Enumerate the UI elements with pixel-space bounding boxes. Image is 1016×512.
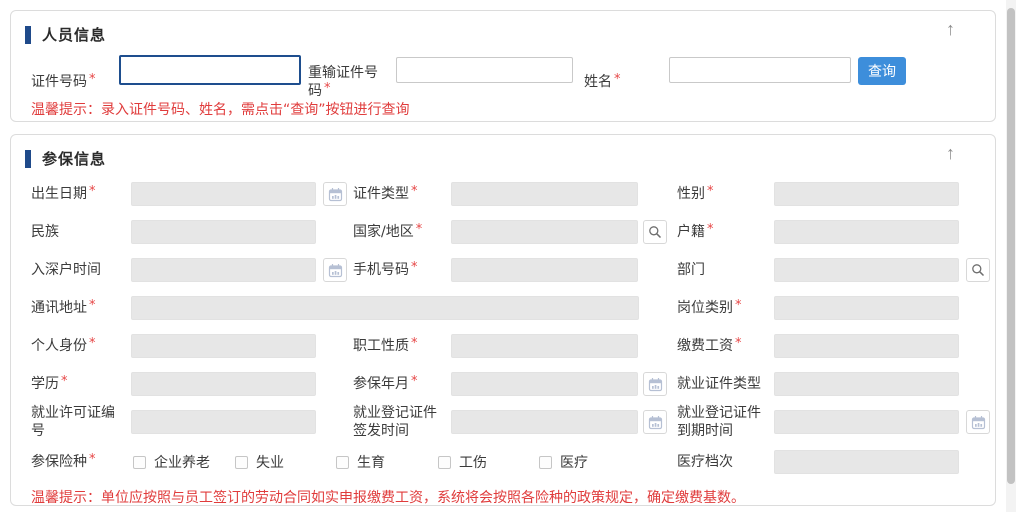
medical-level-label: 医疗档次 <box>677 450 769 474</box>
checkbox-label: 工伤 <box>459 452 487 472</box>
up-arrow-icon: ↑ <box>946 143 955 163</box>
department-label: 部门 <box>677 258 769 282</box>
contact-address-field <box>131 296 639 320</box>
ethnicity-field <box>131 220 316 244</box>
checkbox-label: 医疗 <box>560 452 588 472</box>
form-row: 学历* 参保年月* 就业证件类型 <box>11 372 995 396</box>
country-region-label: 国家/地区* <box>353 220 445 244</box>
name-input[interactable] <box>669 57 851 83</box>
person-section-title: 人员信息 <box>42 24 106 45</box>
shenzhen-entry-date-label: 入深户时间 <box>31 258 125 282</box>
checkbox-item-pension[interactable]: 企业养老 <box>133 452 210 472</box>
mobile-number-field <box>451 258 638 282</box>
insurance-types-label: 参保险种* <box>31 450 125 474</box>
gender-field <box>774 182 959 206</box>
maternity-checkbox[interactable] <box>336 456 349 469</box>
query-button[interactable]: 查询 <box>858 57 906 85</box>
section-accent-bar <box>25 150 31 168</box>
calendar-icon[interactable] <box>643 410 667 434</box>
personal-identity-field <box>131 334 316 358</box>
gender-label: 性别* <box>677 182 769 206</box>
insurance-section-title: 参保信息 <box>42 148 106 169</box>
insurance-info-panel: 参保信息 ↑ 出生日期* 证件类型* 性别* 民族 国家/地区* <box>10 134 996 506</box>
payment-salary-field <box>774 334 959 358</box>
education-field <box>131 372 316 396</box>
collapse-insurance-section-button[interactable]: ↑ <box>946 144 955 162</box>
checkbox-item-unemployment[interactable]: 失业 <box>235 452 284 472</box>
id-number-label: 证件号码* <box>31 68 96 96</box>
form-row: 通讯地址* 岗位类别* <box>11 296 995 320</box>
checkbox-item-medical[interactable]: 医疗 <box>539 452 588 472</box>
mobile-number-label: 手机号码* <box>353 258 445 282</box>
contact-address-label: 通讯地址* <box>31 296 125 320</box>
form-row: 个人身份* 职工性质* 缴费工资* <box>11 334 995 358</box>
id-type-label: 证件类型* <box>353 182 445 206</box>
employee-nature-field <box>451 334 638 358</box>
section-accent-bar <box>25 26 31 44</box>
employment-cert-type-label: 就业证件类型 <box>677 372 769 396</box>
employment-cert-type-field <box>774 372 959 396</box>
id-number-confirm-input[interactable] <box>396 57 573 83</box>
calendar-icon[interactable] <box>643 372 667 396</box>
checkbox-item-work-injury[interactable]: 工伤 <box>438 452 487 472</box>
employment-reg-issue-date-field <box>451 410 638 434</box>
pension-checkbox[interactable] <box>133 456 146 469</box>
checkbox-label: 生育 <box>357 452 385 472</box>
person-info-panel: 人员信息 ↑ 证件号码* 重输证件号码* 姓名* 查询 温馨提示：录入证件号码、… <box>10 10 996 122</box>
person-section-tip: 温馨提示：录入证件号码、姓名，需点击“查询”按钮进行查询 <box>31 99 410 119</box>
employee-nature-label: 职工性质* <box>353 334 445 358</box>
department-field <box>774 258 959 282</box>
unemployment-checkbox[interactable] <box>235 456 248 469</box>
name-label: 姓名* <box>584 69 621 95</box>
education-label: 学历* <box>31 372 125 396</box>
calendar-icon[interactable] <box>323 182 347 206</box>
insurance-start-month-label: 参保年月* <box>353 372 445 396</box>
employment-reg-expiry-date-label: 就业登记证件到期时间 <box>677 410 769 434</box>
scrollbar-track[interactable] <box>1006 0 1016 512</box>
employment-permit-no-field <box>131 410 316 434</box>
section-header: 参保信息 <box>25 148 106 169</box>
search-icon[interactable] <box>643 220 667 244</box>
id-number-confirm-label: 重输证件号码* <box>308 62 386 102</box>
medical-checkbox[interactable] <box>539 456 552 469</box>
section-header: 人员信息 <box>25 24 106 45</box>
checkbox-item-maternity[interactable]: 生育 <box>336 452 385 472</box>
scrollbar-thumb[interactable] <box>1007 8 1015 484</box>
form-row: 出生日期* 证件类型* 性别* <box>11 182 995 206</box>
insurance-types-row: 参保险种* 企业养老 失业 生育 工伤 医疗 医疗档次 <box>11 450 995 474</box>
insurance-start-month-field <box>451 372 638 396</box>
birth-date-field <box>131 182 316 206</box>
work-injury-checkbox[interactable] <box>438 456 451 469</box>
form-row: 就业许可证编号 就业登记证件签发时间 就业登记证件到期时间 <box>11 410 995 434</box>
employment-reg-issue-date-label: 就业登记证件签发时间 <box>353 410 445 434</box>
checkbox-label: 失业 <box>256 452 284 472</box>
employment-permit-no-label: 就业许可证编号 <box>31 410 125 434</box>
household-field <box>774 220 959 244</box>
calendar-icon[interactable] <box>323 258 347 282</box>
form-row: 入深户时间 手机号码* 部门 <box>11 258 995 282</box>
household-label: 户籍* <box>677 220 769 244</box>
calendar-icon[interactable] <box>966 410 990 434</box>
insurance-section-tip: 温馨提示：单位应按照与员工签订的劳动合同如实申报缴费工资，系统将会按照各险种的政… <box>31 487 745 507</box>
position-category-label: 岗位类别* <box>677 296 769 320</box>
form-row: 民族 国家/地区* 户籍* <box>11 220 995 244</box>
birth-date-label: 出生日期* <box>31 182 125 206</box>
medical-level-field <box>774 450 959 474</box>
up-arrow-icon: ↑ <box>946 19 955 39</box>
id-number-input[interactable] <box>119 55 301 85</box>
employment-reg-expiry-date-field <box>774 410 959 434</box>
search-icon[interactable] <box>966 258 990 282</box>
checkbox-label: 企业养老 <box>154 452 210 472</box>
collapse-person-section-button[interactable]: ↑ <box>946 20 955 38</box>
country-region-field <box>451 220 638 244</box>
id-type-field <box>451 182 638 206</box>
shenzhen-entry-date-field <box>131 258 316 282</box>
ethnicity-label: 民族 <box>31 220 125 244</box>
position-category-field <box>774 296 959 320</box>
payment-salary-label: 缴费工资* <box>677 334 769 358</box>
personal-identity-label: 个人身份* <box>31 334 125 358</box>
